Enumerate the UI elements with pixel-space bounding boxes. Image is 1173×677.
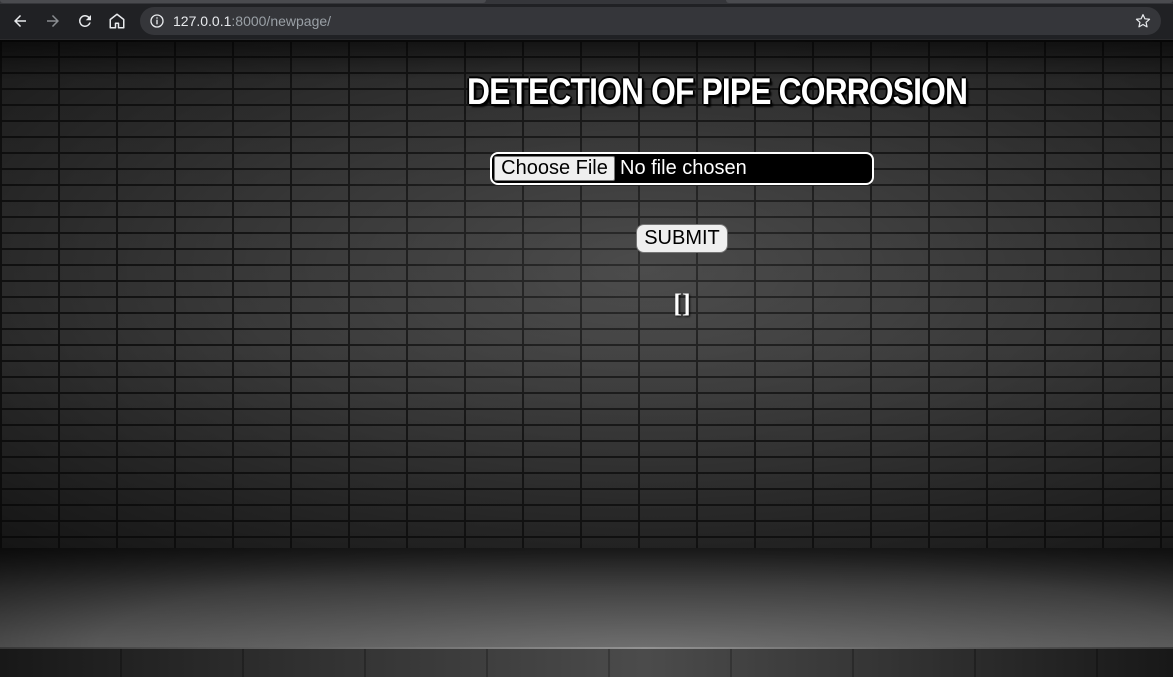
url-host: 127.0.0.1	[173, 13, 232, 29]
browser-toolbar: 127.0.0.1:8000/newpage/	[0, 0, 1173, 40]
star-icon[interactable]	[1134, 12, 1152, 30]
info-icon[interactable]	[149, 13, 165, 29]
curb-lighting	[0, 647, 1173, 677]
home-icon	[109, 13, 125, 29]
reload-icon	[78, 14, 91, 27]
forward-button[interactable]	[41, 9, 65, 33]
submit-button[interactable]: SUBMIT	[636, 224, 728, 253]
address-bar[interactable]: 127.0.0.1:8000/newpage/	[140, 7, 1161, 35]
home-button[interactable]	[105, 9, 129, 33]
page-title: DETECTION OF PIPE CORROSION	[467, 71, 968, 112]
page-content: DETECTION OF PIPE CORROSION Choose File …	[0, 40, 1173, 677]
reload-button[interactable]	[73, 9, 97, 33]
url-path: :8000/newpage/	[231, 13, 332, 29]
file-status-text: No file chosen	[620, 157, 747, 179]
browser-tab[interactable]	[0, 0, 486, 3]
result-output: []	[673, 289, 691, 318]
url-text[interactable]: 127.0.0.1:8000/newpage/	[173, 13, 331, 29]
choose-file-button[interactable]: Choose File	[494, 156, 615, 181]
browser-tab[interactable]	[726, 0, 1173, 3]
back-button[interactable]	[8, 9, 32, 33]
file-input[interactable]: Choose File No file chosen	[490, 152, 874, 185]
tab-strip	[0, 0, 1173, 4]
wall-lighting	[0, 40, 1173, 548]
floor-lighting	[0, 548, 1173, 647]
arrow-right-icon	[47, 15, 59, 27]
arrow-left-icon	[14, 15, 26, 27]
